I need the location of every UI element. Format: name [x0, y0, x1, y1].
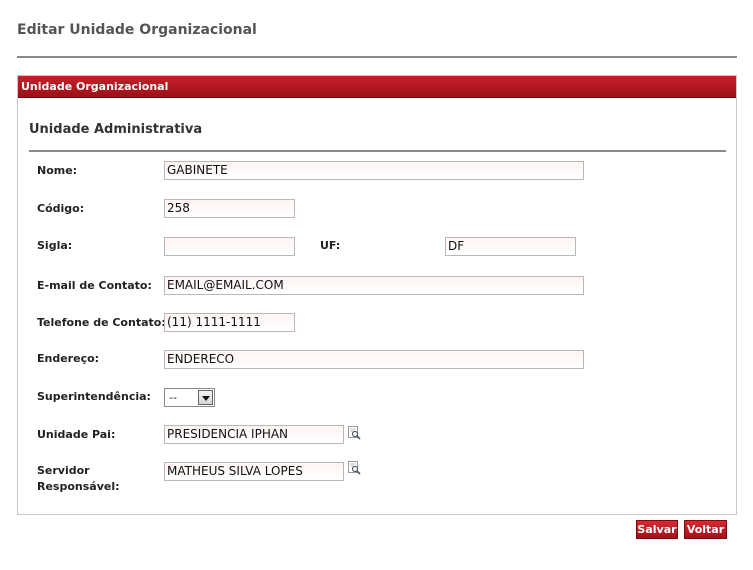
unidade-pai-input[interactable]: PRESIDENCIA IPHAN: [164, 425, 344, 444]
superintendencia-value: --: [169, 391, 177, 404]
codigo-input[interactable]: 258: [164, 199, 295, 218]
section-divider: [29, 150, 726, 152]
servidor-input[interactable]: MATHEUS SILVA LOPES: [164, 462, 344, 481]
codigo-label: Código:: [37, 202, 85, 215]
save-button[interactable]: Salvar: [636, 520, 678, 539]
sigla-input[interactable]: [164, 237, 295, 256]
nome-label: Nome:: [37, 164, 78, 177]
magnifier-document-icon[interactable]: [348, 426, 361, 440]
endereco-label: Endereço:: [37, 352, 100, 365]
chevron-down-icon[interactable]: [198, 390, 213, 405]
title-divider: [17, 56, 737, 58]
email-label: E-mail de Contato:: [37, 279, 152, 292]
sigla-label: Sigla:: [37, 239, 73, 252]
section-title: Unidade Administrativa: [29, 122, 203, 137]
endereco-input[interactable]: ENDERECO: [164, 350, 584, 369]
superintendencia-label: Superintendência:: [37, 390, 151, 403]
telefone-label: Telefone de Contato:: [37, 316, 166, 329]
magnifier-document-icon[interactable]: [348, 461, 361, 475]
uf-input[interactable]: DF: [445, 237, 576, 256]
page-title: Editar Unidade Organizacional: [17, 22, 257, 38]
unidade-organizacional-panel: Unidade Organizacional Unidade Administr…: [17, 75, 737, 515]
nome-input[interactable]: GABINETE: [164, 161, 584, 180]
superintendencia-select[interactable]: --: [164, 388, 215, 407]
panel-header: Unidade Organizacional: [18, 76, 736, 98]
telefone-input[interactable]: (11) 1111-1111: [164, 313, 295, 332]
servidor-label: Servidor Responsável:: [37, 464, 120, 493]
uf-label: UF:: [320, 239, 341, 252]
email-input[interactable]: EMAIL@EMAIL.COM: [164, 276, 584, 295]
back-button[interactable]: Voltar: [684, 520, 727, 539]
unidade-pai-label: Unidade Pai:: [37, 428, 116, 441]
